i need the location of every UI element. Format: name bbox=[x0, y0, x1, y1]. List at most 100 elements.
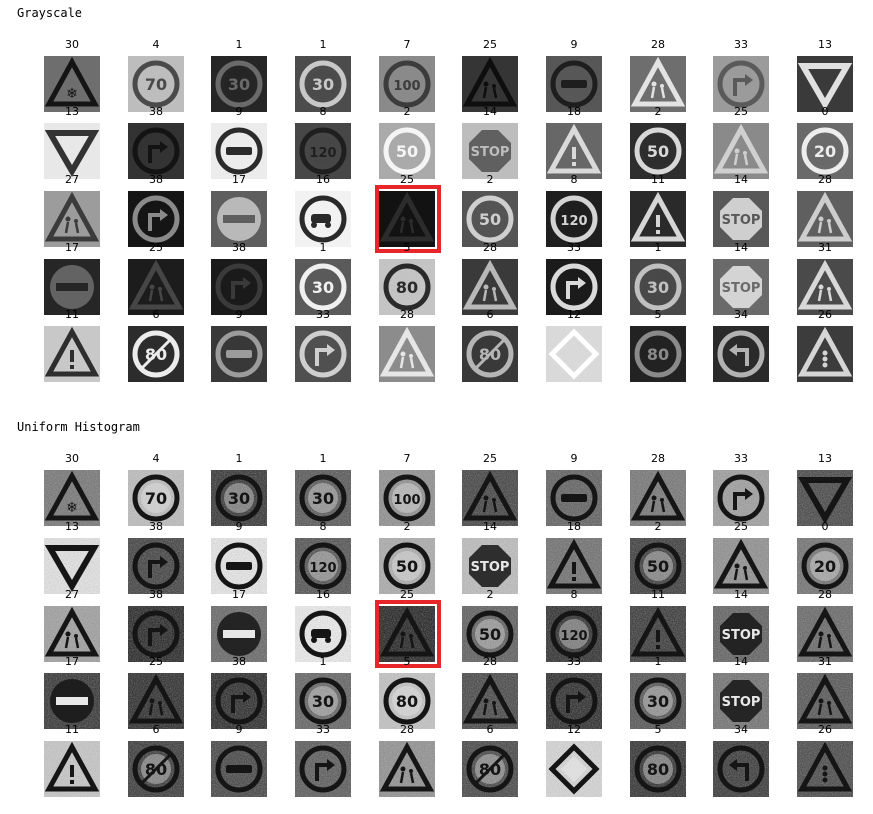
sign-thumbnail bbox=[44, 673, 100, 729]
sign-thumbnail: ❄ bbox=[44, 470, 100, 526]
speed-limit-30-sign-icon: 30 bbox=[299, 474, 347, 522]
sign-thumbnail: 120 bbox=[546, 606, 602, 662]
class-label: 11 bbox=[651, 173, 665, 186]
road-work-sign-icon bbox=[713, 123, 769, 174]
svg-text:50: 50 bbox=[647, 557, 669, 576]
class-label: 6 bbox=[152, 308, 160, 321]
sign-thumbnail bbox=[546, 123, 602, 179]
svg-text:80: 80 bbox=[396, 692, 418, 711]
class-label: 38 bbox=[149, 588, 163, 601]
class-label: 1 bbox=[319, 38, 327, 51]
class-label: 1 bbox=[235, 452, 243, 465]
turn-right-sign-icon bbox=[550, 263, 598, 311]
class-label: 38 bbox=[232, 655, 246, 668]
class-label: 18 bbox=[567, 520, 581, 533]
class-label: 11 bbox=[65, 308, 79, 321]
class-label: 1 bbox=[319, 241, 327, 254]
speed-limit-50-sign-icon: 50 bbox=[466, 195, 514, 243]
keep-right-sign-icon bbox=[132, 195, 180, 243]
svg-text:STOP: STOP bbox=[722, 628, 761, 643]
class-label: 7 bbox=[403, 38, 411, 51]
keep-right-sign-icon bbox=[215, 263, 263, 311]
class-label: 26 bbox=[818, 308, 832, 321]
speed-limit-120-sign-icon: 120 bbox=[550, 195, 598, 243]
svg-text:30: 30 bbox=[312, 692, 334, 711]
sign-thumbnail bbox=[713, 538, 769, 594]
speed-limit-80-sign-icon: 80 bbox=[383, 263, 431, 311]
sign-thumbnail bbox=[546, 259, 602, 315]
sign-thumbnail: 80 bbox=[379, 673, 435, 729]
turn-left-sign-icon bbox=[717, 330, 765, 378]
class-label: 28 bbox=[651, 452, 665, 465]
class-label: 4 bbox=[152, 452, 160, 465]
snowflake-triangle-sign-icon: ❄ bbox=[44, 56, 100, 107]
svg-text:❄: ❄ bbox=[66, 500, 78, 516]
speed-limit-120-sign-icon: 120 bbox=[299, 127, 347, 175]
class-label: 25 bbox=[483, 452, 497, 465]
sign-thumbnail: 120 bbox=[295, 123, 351, 179]
traffic-signals-sign-icon bbox=[797, 326, 853, 377]
grayscale-title: Grayscale bbox=[17, 6, 83, 20]
sign-thumbnail: 120 bbox=[295, 538, 351, 594]
sign-thumbnail bbox=[546, 326, 602, 382]
sign-thumbnail: 120 bbox=[546, 191, 602, 247]
sign-thumbnail: 70 bbox=[128, 470, 184, 526]
class-label: 14 bbox=[734, 588, 748, 601]
class-label: 8 bbox=[570, 588, 578, 601]
sign-thumbnail: STOP bbox=[713, 259, 769, 315]
svg-text:STOP: STOP bbox=[722, 213, 761, 228]
class-label: 8 bbox=[570, 173, 578, 186]
speed-limit-120-sign-icon: 120 bbox=[550, 610, 598, 658]
sign-thumbnail bbox=[295, 606, 351, 662]
no-entry-sign-icon bbox=[217, 197, 261, 241]
class-label: 11 bbox=[651, 588, 665, 601]
svg-text:50: 50 bbox=[396, 142, 418, 161]
class-label: 31 bbox=[818, 655, 832, 668]
sign-thumbnail: STOP bbox=[462, 123, 518, 179]
class-label: 28 bbox=[483, 655, 497, 668]
no-overtaking-sign-icon bbox=[215, 330, 263, 378]
svg-text:STOP: STOP bbox=[471, 560, 510, 575]
class-label: 5 bbox=[654, 308, 662, 321]
speed-limit-50-sign-icon: 50 bbox=[634, 127, 682, 175]
children-crossing-sign-icon bbox=[630, 56, 686, 107]
speed-limit-100-sign-icon: 100 bbox=[383, 474, 431, 522]
no-overtaking-sign-icon bbox=[550, 60, 598, 108]
speed-limit-50-sign-icon: 50 bbox=[466, 610, 514, 658]
class-label: 33 bbox=[567, 241, 581, 254]
speed-limit-30-sign-icon: 30 bbox=[215, 60, 263, 108]
sign-thumbnail bbox=[797, 56, 853, 112]
sign-thumbnail bbox=[379, 741, 435, 797]
sign-thumbnail bbox=[44, 741, 100, 797]
stop-sign-icon: STOP bbox=[720, 198, 762, 240]
class-label: 28 bbox=[483, 241, 497, 254]
sign-thumbnail: 70 bbox=[128, 56, 184, 112]
class-label: 25 bbox=[734, 520, 748, 533]
sign-thumbnail bbox=[546, 538, 602, 594]
class-label: 25 bbox=[149, 655, 163, 668]
sign-thumbnail bbox=[44, 538, 100, 594]
class-label: 9 bbox=[235, 520, 243, 533]
end-of-speed-limit-80-sign-icon: 80 bbox=[132, 330, 180, 378]
children-crossing-sign-icon bbox=[379, 326, 435, 377]
class-label: 27 bbox=[65, 173, 79, 186]
class-label: 11 bbox=[65, 723, 79, 736]
speed-limit-30-sign-icon: 30 bbox=[299, 60, 347, 108]
sign-thumbnail bbox=[211, 259, 267, 315]
yield-sign-icon bbox=[44, 130, 100, 177]
class-label: 33 bbox=[734, 38, 748, 51]
class-label: 2 bbox=[403, 105, 411, 118]
class-label: 2 bbox=[654, 105, 662, 118]
class-label: 9 bbox=[235, 105, 243, 118]
sign-thumbnail bbox=[128, 606, 184, 662]
class-label: 33 bbox=[734, 452, 748, 465]
class-label: 14 bbox=[734, 241, 748, 254]
svg-text:50: 50 bbox=[479, 210, 501, 229]
svg-text:100: 100 bbox=[393, 493, 420, 508]
class-label: 5 bbox=[403, 241, 411, 254]
class-label: 33 bbox=[316, 723, 330, 736]
sign-thumbnail bbox=[713, 123, 769, 179]
class-label: 27 bbox=[65, 588, 79, 601]
sign-thumbnail bbox=[44, 191, 100, 247]
class-label: 30 bbox=[65, 452, 79, 465]
